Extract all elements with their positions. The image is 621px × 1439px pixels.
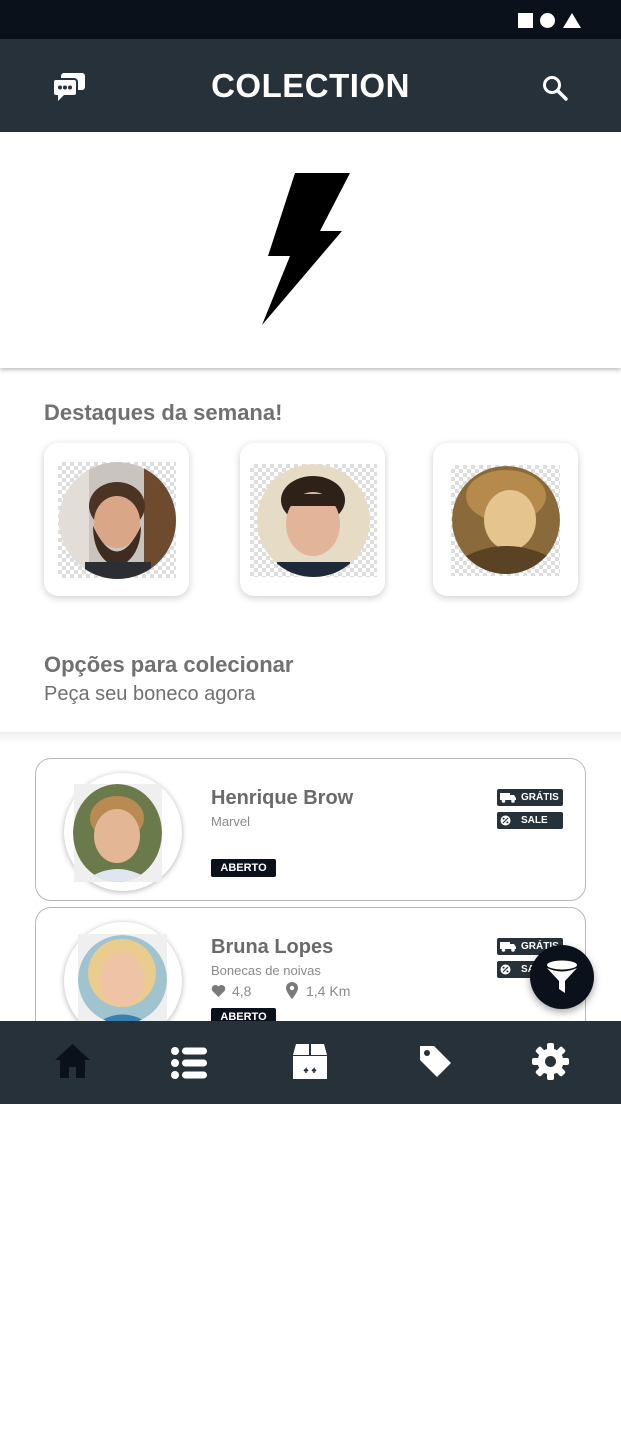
- discount-icon: [500, 964, 511, 975]
- avatar: [78, 935, 167, 1024]
- discount-icon: [500, 815, 511, 826]
- location-pin-icon: [286, 982, 298, 999]
- truck-icon: [500, 942, 516, 952]
- featured-title: Destaques da semana!: [44, 400, 283, 425]
- young-man-avatar: [257, 464, 370, 577]
- featured-card-2[interactable]: [240, 443, 385, 596]
- hero-banner: [0, 132, 621, 368]
- woman-avatar: [452, 466, 560, 574]
- list-icon[interactable]: [170, 1047, 208, 1079]
- distance-value: 1,4 Km: [306, 983, 351, 999]
- circle-icon: [540, 13, 555, 28]
- triangle-icon: [563, 13, 581, 28]
- home-icon[interactable]: [54, 1043, 91, 1079]
- sale-badge: SALE: [497, 812, 563, 829]
- bottom-nav: [0, 1021, 621, 1104]
- featured-card-3[interactable]: [433, 443, 578, 596]
- featured-card-1[interactable]: [44, 443, 189, 596]
- list-item[interactable]: Henrique Brow Marvel GRÁTIS SALE ABERTO: [35, 758, 586, 901]
- gear-icon[interactable]: [532, 1043, 569, 1080]
- item-name: Bruna Lopes: [211, 936, 334, 958]
- avatar: [73, 784, 162, 882]
- free-badge: GRÁTIS: [497, 789, 563, 806]
- lightning-bolt-icon: [262, 173, 350, 325]
- filter-icon: [547, 960, 577, 993]
- filter-button[interactable]: [530, 945, 594, 1009]
- search-icon[interactable]: [542, 75, 568, 101]
- item-name: Henrique Brow: [211, 787, 354, 809]
- item-category: Marvel: [211, 814, 251, 829]
- truck-icon: [500, 793, 516, 803]
- status-badge: ABERTO: [211, 859, 276, 877]
- box-icon[interactable]: [291, 1043, 329, 1080]
- heart-icon: [211, 985, 226, 997]
- bearded-man-avatar: [59, 462, 176, 579]
- app-title: COLECTION: [211, 67, 410, 104]
- status-bar: [0, 0, 621, 39]
- stop-icon: [518, 13, 533, 28]
- item-category: Bonecas de noivas: [211, 963, 321, 978]
- divider: [0, 732, 621, 744]
- options-subtitle: Peça seu boneco agora: [44, 683, 256, 705]
- options-title: Opções para colecionar: [44, 652, 294, 677]
- app-bar: COLECTION: [0, 39, 621, 132]
- rating-value: 4,8: [232, 983, 252, 999]
- tag-icon[interactable]: [418, 1044, 452, 1078]
